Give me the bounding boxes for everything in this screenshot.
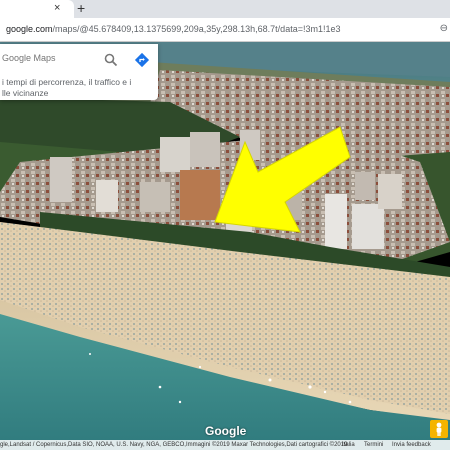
aerial-imagery: [0, 42, 450, 450]
search-panel: i tempi di percorrenza, il traffico e i …: [0, 44, 158, 100]
search-hint-text: i tempi di percorrenza, il traffico e i …: [2, 77, 132, 98]
url-text[interactable]: google.com/maps/@45.678409,13.1375699,20…: [6, 24, 340, 34]
street-view-pegman-icon[interactable]: [430, 420, 448, 438]
url-host: google.com: [6, 24, 53, 34]
attribution-bar: gle,Landsat / Copernicus,Data SIO, NOAA,…: [0, 440, 450, 450]
directions-icon[interactable]: [134, 52, 150, 68]
italia-link[interactable]: Italia: [342, 440, 355, 450]
attribution-text: gle,Landsat / Copernicus,Data SIO, NOAA,…: [0, 442, 348, 448]
tab-google-maps[interactable]: ×: [0, 0, 74, 18]
tab-bar: × +: [0, 0, 450, 18]
google-logo: Google: [205, 424, 247, 438]
feedback-link[interactable]: Invia feedback: [392, 440, 431, 450]
new-tab-button[interactable]: +: [77, 1, 85, 15]
map-canvas[interactable]: [0, 42, 450, 450]
address-bar-icon[interactable]: ⊖: [440, 23, 448, 34]
close-tab-icon[interactable]: ×: [54, 2, 60, 14]
terms-link[interactable]: Termini: [364, 440, 383, 450]
address-bar[interactable]: google.com/maps/@45.678409,13.1375699,20…: [0, 18, 450, 42]
url-path: /maps/@45.678409,13.1375699,209a,35y,298…: [52, 24, 341, 34]
search-input[interactable]: [2, 53, 102, 63]
search-icon[interactable]: [104, 53, 118, 67]
